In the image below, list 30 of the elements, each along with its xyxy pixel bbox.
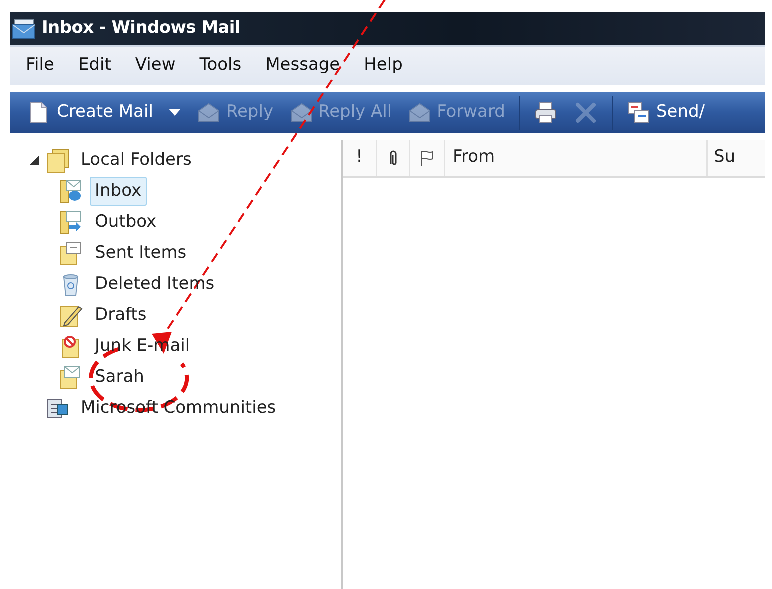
folder-item[interactable]: Drafts (90, 300, 152, 330)
menu-item[interactable]: View (127, 53, 186, 79)
print-icon (534, 100, 558, 124)
folder-icon (45, 148, 71, 174)
folder-item[interactable]: Local Folders (76, 146, 197, 176)
column-header[interactable]: ! (356, 145, 363, 171)
menu-item[interactable]: Edit (70, 53, 122, 79)
menu-item[interactable]: Help (356, 53, 413, 79)
menu-item[interactable]: Tools (192, 53, 252, 79)
envelope-icon (408, 100, 432, 124)
envelope-icon (290, 100, 314, 124)
send-button[interactable]: Send/ (621, 96, 711, 130)
menu-item[interactable]: Message (258, 53, 350, 79)
caret-icon (169, 108, 182, 116)
attachment-icon[interactable] (388, 150, 398, 166)
delete-icon (574, 100, 598, 124)
folder-item[interactable]: Inbox (90, 176, 147, 206)
column-header[interactable]: Su (714, 145, 736, 171)
send-receive-icon (627, 100, 652, 124)
folder-item[interactable]: Sent Items (90, 238, 192, 268)
create-mail-button[interactable]: Create Mail (22, 96, 160, 130)
expand-icon[interactable] (30, 156, 38, 165)
envelope-icon (197, 100, 222, 124)
window-title: Inbox - Windows Mail (42, 16, 240, 40)
folder-item[interactable]: Outbox (90, 208, 162, 238)
mail-app-icon (12, 16, 36, 40)
menu-item[interactable]: File (18, 53, 64, 79)
folder-item[interactable]: Sarah (90, 362, 150, 392)
column-header[interactable]: From (453, 145, 496, 171)
flag-icon[interactable] (420, 150, 434, 166)
